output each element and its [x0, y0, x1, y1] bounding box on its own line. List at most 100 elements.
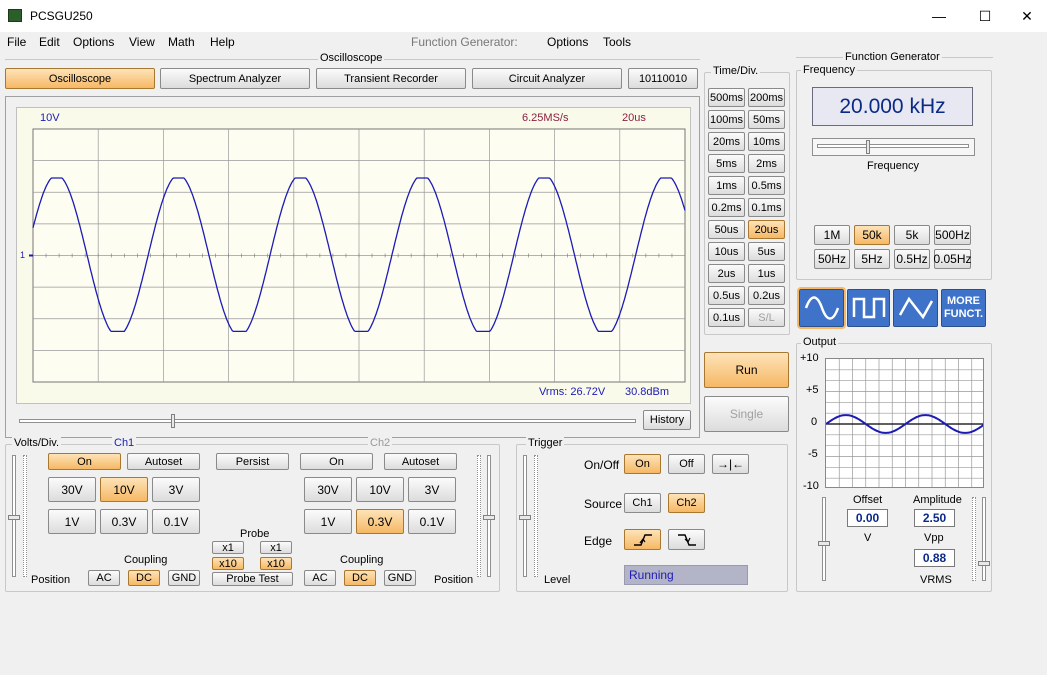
- ch1-probe-x1[interactable]: x1: [212, 541, 244, 554]
- ch1-probe-x10[interactable]: x10: [212, 557, 244, 570]
- frequency-slider-thumb[interactable]: [866, 140, 870, 154]
- ch1-position-thumb[interactable]: [8, 515, 20, 520]
- fg-range-0-05hz[interactable]: 0.05Hz: [933, 249, 972, 269]
- ch1-on-button[interactable]: On: [48, 453, 121, 470]
- timediv-0-1us[interactable]: 0.1us: [708, 308, 745, 327]
- trigger-source-ch1[interactable]: Ch1: [624, 493, 661, 513]
- menu-math[interactable]: Math: [168, 35, 195, 49]
- falling-edge-button[interactable]: [668, 529, 705, 550]
- fg-range-50hz[interactable]: 50Hz: [814, 249, 850, 269]
- minimize-button[interactable]: —: [916, 0, 962, 32]
- maximize-button[interactable]: ☐: [962, 0, 1008, 32]
- timediv-0-2ms[interactable]: 0.2ms: [708, 198, 745, 217]
- ch2-range-3v[interactable]: 3V: [408, 477, 456, 502]
- rising-edge-button[interactable]: [624, 529, 661, 550]
- triangle-wave-button[interactable]: [893, 289, 938, 327]
- ch1-coupling-ac[interactable]: AC: [88, 570, 120, 586]
- ch2-range-10v[interactable]: 10V: [356, 477, 404, 502]
- menu-fg-options[interactable]: Options: [547, 35, 588, 49]
- ch2-on-button[interactable]: On: [300, 453, 373, 470]
- trigger-source-ch2[interactable]: Ch2: [668, 493, 705, 513]
- amplitude-slider-thumb[interactable]: [978, 561, 990, 566]
- probe-test-button[interactable]: Probe Test: [212, 572, 293, 586]
- menu-help[interactable]: Help: [210, 35, 235, 49]
- close-button[interactable]: ✕: [1007, 0, 1047, 32]
- timediv-5ms[interactable]: 5ms: [708, 154, 745, 173]
- trigger-level-thumb[interactable]: [519, 515, 531, 520]
- timediv-5us[interactable]: 5us: [748, 242, 785, 261]
- timediv-1ms[interactable]: 1ms: [708, 176, 745, 195]
- ch1-autoset-button[interactable]: Autoset: [127, 453, 200, 470]
- tab-oscilloscope[interactable]: Oscilloscope: [5, 68, 155, 89]
- timediv-0-1ms[interactable]: 0.1ms: [748, 198, 785, 217]
- timediv-200ms[interactable]: 200ms: [748, 88, 785, 107]
- ch2-coupling-gnd[interactable]: GND: [384, 570, 416, 586]
- ch1-range-1v[interactable]: 1V: [48, 509, 96, 534]
- timediv-20ms[interactable]: 20ms: [708, 132, 745, 151]
- timediv-0-5us[interactable]: 0.5us: [708, 286, 745, 305]
- ch2-range-30v[interactable]: 30V: [304, 477, 352, 502]
- ch1-range-30v[interactable]: 30V: [48, 477, 96, 502]
- vrms-value[interactable]: 0.88: [914, 549, 955, 567]
- ch2-range-0-1v[interactable]: 0.1V: [408, 509, 456, 534]
- ch2-probe-x1[interactable]: x1: [260, 541, 292, 554]
- tab-spectrum-analyzer[interactable]: Spectrum Analyzer: [160, 68, 310, 89]
- offset-slider[interactable]: [822, 497, 826, 581]
- ch2-coupling-ac[interactable]: AC: [304, 570, 336, 586]
- offset-slider-thumb[interactable]: [818, 541, 830, 546]
- timediv-20us[interactable]: 20us: [748, 220, 785, 239]
- amplitude-value[interactable]: 2.50: [914, 509, 955, 527]
- horizontal-position-thumb[interactable]: [171, 414, 175, 428]
- timediv-500ms[interactable]: 500ms: [708, 88, 745, 107]
- trigger-on-button[interactable]: On: [624, 454, 661, 474]
- frequency-slider[interactable]: [817, 144, 969, 148]
- timediv-0-2us[interactable]: 0.2us: [748, 286, 785, 305]
- ch2-probe-x10[interactable]: x10: [260, 557, 292, 570]
- fg-range-5k[interactable]: 5k: [894, 225, 930, 245]
- square-wave-button[interactable]: [847, 289, 890, 327]
- amplitude-slider[interactable]: [982, 497, 986, 581]
- timediv-s-l[interactable]: S/L: [748, 308, 785, 327]
- ch1-range-0-3v[interactable]: 0.3V: [100, 509, 148, 534]
- horizontal-position-slider[interactable]: [19, 419, 636, 423]
- persist-button[interactable]: Persist: [216, 453, 289, 470]
- timediv-2ms[interactable]: 2ms: [748, 154, 785, 173]
- timediv-50ms[interactable]: 50ms: [748, 110, 785, 129]
- timediv-50us[interactable]: 50us: [708, 220, 745, 239]
- menu-edit[interactable]: Edit: [39, 35, 60, 49]
- ch1-coupling-dc[interactable]: DC: [128, 570, 160, 586]
- ch1-range-0-1v[interactable]: 0.1V: [152, 509, 200, 534]
- timediv-0-5ms[interactable]: 0.5ms: [748, 176, 785, 195]
- ch2-autoset-button[interactable]: Autoset: [384, 453, 457, 470]
- ch1-range-10v[interactable]: 10V: [100, 477, 148, 502]
- fg-range-1m[interactable]: 1M: [814, 225, 850, 245]
- timediv-100ms[interactable]: 100ms: [708, 110, 745, 129]
- tab-transient-recorder[interactable]: Transient Recorder: [316, 68, 466, 89]
- fg-range-500hz[interactable]: 500Hz: [934, 225, 971, 245]
- ch1-range-3v[interactable]: 3V: [152, 477, 200, 502]
- ch2-position-thumb[interactable]: [483, 515, 495, 520]
- trigger-center-button[interactable]: →|←: [712, 454, 749, 474]
- single-button[interactable]: Single: [704, 396, 789, 432]
- history-button[interactable]: History: [643, 410, 691, 430]
- fg-range-50k[interactable]: 50k: [854, 225, 890, 245]
- timediv-2us[interactable]: 2us: [708, 264, 745, 283]
- tab-logic-analyzer[interactable]: 10110010: [628, 68, 698, 89]
- ch2-coupling-dc[interactable]: DC: [344, 570, 376, 586]
- menu-options[interactable]: Options: [73, 35, 114, 49]
- menu-fg-tools[interactable]: Tools: [603, 35, 631, 49]
- timediv-1us[interactable]: 1us: [748, 264, 785, 283]
- menu-file[interactable]: File: [7, 35, 26, 49]
- offset-value[interactable]: 0.00: [847, 509, 888, 527]
- trigger-off-button[interactable]: Off: [668, 454, 705, 474]
- sine-wave-button[interactable]: [797, 287, 846, 329]
- menu-view[interactable]: View: [129, 35, 155, 49]
- fg-range-5hz[interactable]: 5Hz: [854, 249, 890, 269]
- tab-circuit-analyzer[interactable]: Circuit Analyzer: [472, 68, 622, 89]
- fg-range-0-5hz[interactable]: 0.5Hz: [894, 249, 930, 269]
- timediv-10us[interactable]: 10us: [708, 242, 745, 261]
- ch1-coupling-gnd[interactable]: GND: [168, 570, 200, 586]
- more-functions-button[interactable]: MORE FUNCT.: [941, 289, 986, 327]
- ch2-range-0-3v[interactable]: 0.3V: [356, 509, 404, 534]
- ch2-range-1v[interactable]: 1V: [304, 509, 352, 534]
